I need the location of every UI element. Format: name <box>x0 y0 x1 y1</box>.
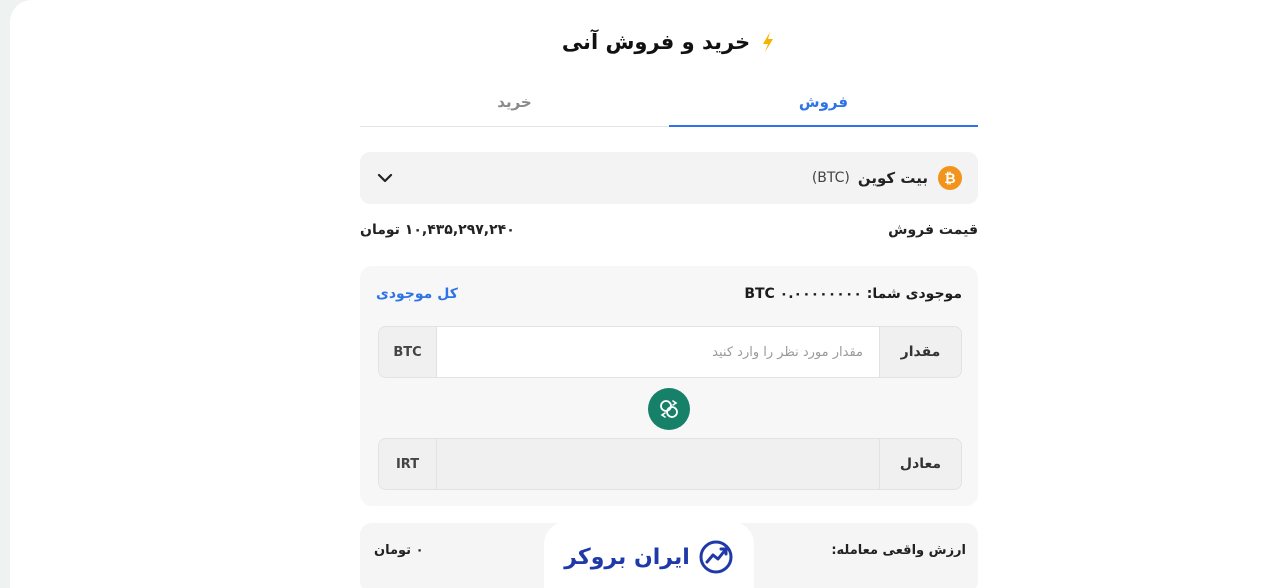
amount-field: مقدار BTC <box>378 326 962 378</box>
swap-button[interactable] <box>648 388 690 430</box>
equivalent-unit: IRT <box>379 439 437 489</box>
amount-label: مقدار <box>879 327 961 377</box>
sell-price-row: قیمت فروش ۱۰,۴۳۵,۲۹۷,۲۴۰ تومان <box>360 222 978 238</box>
amount-unit: BTC <box>379 327 437 377</box>
trade-form: موجودی شما: BTC ۰.۰۰۰۰۰۰۰۰ کل موجودی مقد… <box>360 266 978 506</box>
tab-buy[interactable]: خرید <box>360 78 669 126</box>
deal-label: ارزش واقعی معامله: <box>831 543 966 558</box>
main-card: خرید و فروش آنی فروش خرید ₿ بیت کوین (BT… <box>10 0 1280 588</box>
balance-row: موجودی شما: BTC ۰.۰۰۰۰۰۰۰۰ کل موجودی <box>376 286 962 302</box>
chevron-down-icon <box>377 173 393 183</box>
trade-tabs: فروش خرید <box>360 78 978 127</box>
tab-sell[interactable]: فروش <box>669 78 978 127</box>
all-balance-link[interactable]: کل موجودی <box>376 286 458 302</box>
equivalent-label: معادل <box>879 439 961 489</box>
amount-input[interactable] <box>437 327 879 377</box>
equivalent-field: معادل IRT <box>378 438 962 490</box>
sell-price-value: ۱۰,۴۳۵,۲۹۷,۲۴۰ تومان <box>360 222 515 238</box>
coin-name: بیت کوین <box>857 169 928 187</box>
coin-symbol: (BTC) <box>811 170 850 186</box>
equivalent-input <box>437 439 879 489</box>
lightning-icon <box>763 32 774 52</box>
brand-name: ایران بروکر <box>564 544 690 570</box>
brand-logo: ایران بروکر <box>544 522 754 588</box>
balance-text: موجودی شما: BTC ۰.۰۰۰۰۰۰۰۰ <box>744 286 962 302</box>
coin-selector[interactable]: ₿ بیت کوین (BTC) <box>360 152 978 204</box>
deal-value: ۰ تومان <box>374 543 424 558</box>
brand-chart-icon <box>699 540 733 574</box>
swap-coins-icon <box>660 400 678 418</box>
sell-price-label: قیمت فروش <box>888 222 978 238</box>
page-title: خرید و فروش آنی <box>561 30 751 54</box>
title-row: خرید و فروش آنی <box>360 30 978 54</box>
bitcoin-icon: ₿ <box>938 166 962 190</box>
